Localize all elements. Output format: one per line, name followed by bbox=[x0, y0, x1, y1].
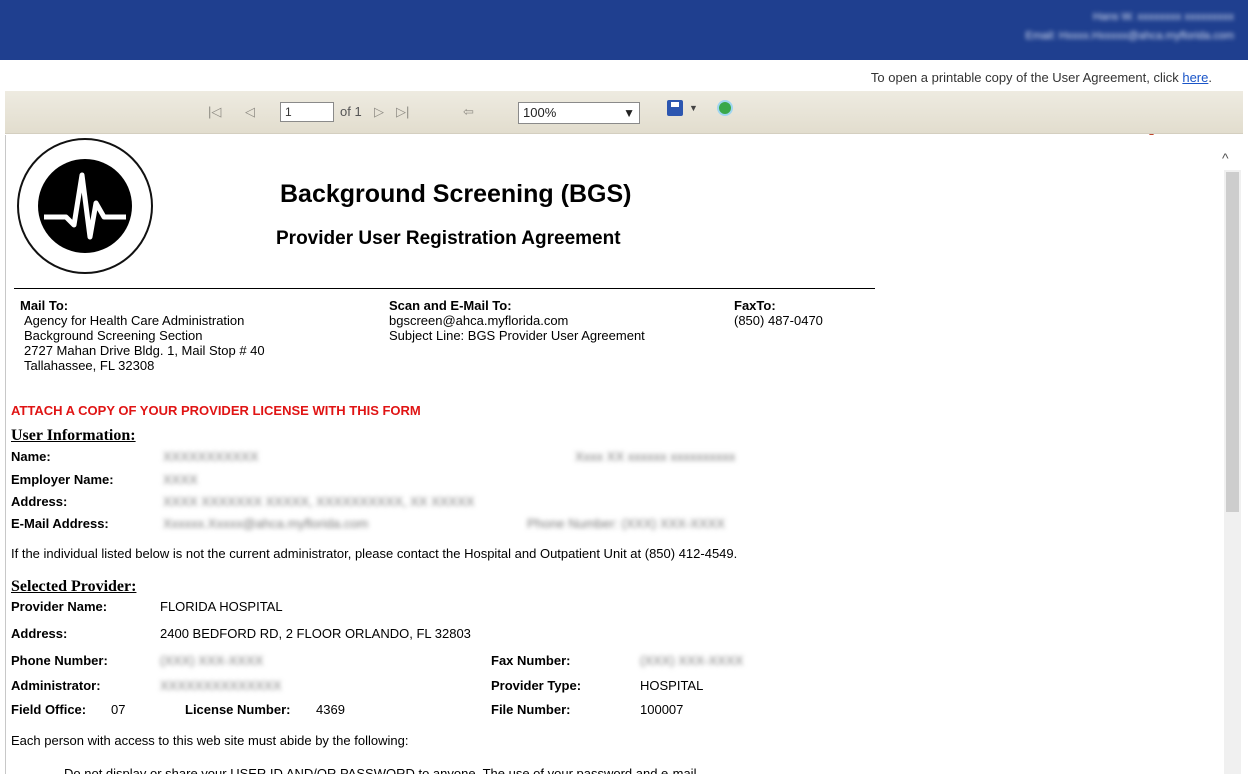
provider-address-label: Address: bbox=[11, 626, 68, 641]
zoom-select[interactable]: 100% ▼ bbox=[518, 102, 640, 124]
provider-phone-label: Phone Number: bbox=[11, 653, 108, 668]
scrollbar-thumb[interactable] bbox=[1226, 172, 1239, 512]
email-label: E-Mail Address: bbox=[11, 516, 109, 531]
scan-to-block: Scan and E-Mail To: bgscreen@ahca.myflor… bbox=[389, 298, 719, 343]
next-page-icon[interactable]: ▷ bbox=[374, 104, 384, 120]
provider-phone-value: (XXX) XXX-XXXX bbox=[160, 653, 264, 668]
printable-copy-suffix: . bbox=[1208, 70, 1212, 85]
scan-to-label: Scan and E-Mail To: bbox=[389, 298, 512, 313]
user-info: Hans W. xxxxxxxx xxxxxxxxx Email: Hxxxx.… bbox=[1025, 8, 1234, 46]
previous-page-icon[interactable]: ◁ bbox=[245, 104, 255, 120]
mail-to-line: Background Screening Section bbox=[24, 328, 203, 343]
provider-type-label: Provider Type: bbox=[491, 678, 582, 693]
top-banner: Hans W. xxxxxxxx xxxxxxxxx Email: Hxxxx.… bbox=[0, 0, 1248, 60]
email-value: Xxxxxx.Xxxxx@ahca.myflorida.com bbox=[163, 516, 369, 531]
user-email: Email: Hxxxx.Hxxxxx@ahca.myflorida.com bbox=[1025, 30, 1234, 42]
page-number-input[interactable]: 1 bbox=[280, 102, 334, 122]
user-address-value: XXXX XXXXXXX XXXXX, XXXXXXXXXX, XX XXXXX bbox=[163, 494, 475, 509]
provider-name-value: FLORIDA HOSPITAL bbox=[160, 599, 283, 614]
user-title-value: Xxxx XX xxxxxx xxxxxxxxxx bbox=[575, 449, 736, 464]
save-icon[interactable] bbox=[667, 100, 683, 116]
administrator-notice: If the individual listed below is not th… bbox=[11, 546, 738, 561]
file-number-label: File Number: bbox=[491, 702, 571, 717]
printable-copy-text: To open a printable copy of the User Agr… bbox=[870, 70, 1183, 85]
scan-to-line: bgscreen@ahca.myflorida.com bbox=[389, 313, 569, 328]
first-page-icon[interactable]: |◁ bbox=[208, 104, 221, 120]
mail-to-block: Mail To: Agency for Health Care Administ… bbox=[20, 298, 350, 373]
mail-to-line: Tallahassee, FL 32308 bbox=[24, 358, 155, 373]
header-divider bbox=[14, 288, 875, 289]
rule-item: Do not display or share your USER ID AND… bbox=[64, 766, 697, 774]
license-number-label: License Number: bbox=[185, 702, 291, 717]
employer-label: Employer Name: bbox=[11, 472, 114, 487]
mail-to-label: Mail To: bbox=[20, 298, 69, 313]
mail-to-line: Agency for Health Care Administration bbox=[24, 313, 245, 328]
user-info-heading: User Information: bbox=[11, 427, 136, 444]
refresh-icon[interactable] bbox=[717, 100, 733, 116]
printable-copy-link[interactable]: here bbox=[1182, 70, 1208, 85]
back-icon[interactable]: ⇦ bbox=[463, 104, 474, 120]
employer-value: XXXX bbox=[163, 472, 198, 487]
agency-seal-logo bbox=[17, 138, 153, 274]
user-name-label: Name: bbox=[11, 449, 51, 464]
field-office-label: Field Office: bbox=[11, 702, 87, 717]
last-page-icon[interactable]: ▷| bbox=[396, 104, 409, 120]
provider-type-value: HOSPITAL bbox=[640, 678, 704, 693]
provider-address-value: 2400 BEDFORD RD, 2 FLOOR ORLANDO, FL 328… bbox=[160, 626, 471, 641]
scan-to-line: Subject Line: BGS Provider User Agreemen… bbox=[389, 328, 645, 343]
user-phone-value: Phone Number: (XXX) XXX-XXXX bbox=[527, 516, 725, 531]
scroll-up-icon[interactable]: ^ bbox=[1222, 150, 1229, 166]
report-toolbar: |◁ ◁ 1 of 1 ▷ ▷| ⇦ 100% ▼ ▼ bbox=[5, 91, 1243, 134]
fax-to-block: FaxTo: (850) 487-0470 bbox=[734, 298, 874, 328]
document-subtitle: Provider User Registration Agreement bbox=[276, 228, 621, 249]
zoom-value: 100% bbox=[523, 105, 557, 120]
provider-fax-value: (XXX) XXX-XXXX bbox=[640, 653, 744, 668]
printable-copy-notice: To open a printable copy of the User Agr… bbox=[871, 70, 1212, 85]
provider-name-label: Provider Name: bbox=[11, 599, 108, 614]
mail-to-line: 2727 Mahan Drive Bldg. 1, Mail Stop # 40 bbox=[24, 343, 265, 358]
vertical-scrollbar[interactable] bbox=[1224, 170, 1241, 774]
attach-license-notice: ATTACH A COPY OF YOUR PROVIDER LICENSE W… bbox=[11, 403, 421, 418]
file-number-value: 100007 bbox=[640, 702, 684, 717]
user-address-label: Address: bbox=[11, 494, 68, 509]
fax-to-label: FaxTo: bbox=[734, 298, 776, 313]
field-office-value: 07 bbox=[111, 702, 126, 717]
page-count-label: of 1 bbox=[340, 104, 362, 119]
user-name-value: XXXXXXXXXXX bbox=[163, 449, 259, 464]
save-dropdown-icon[interactable]: ▼ bbox=[689, 103, 698, 113]
user-name: Hans W. xxxxxxxx xxxxxxxxx bbox=[1092, 11, 1234, 23]
license-number-value: 4369 bbox=[316, 702, 345, 717]
fax-to-line: (850) 487-0470 bbox=[734, 313, 823, 328]
provider-admin-value: XXXXXXXXXXXXXX bbox=[160, 678, 282, 693]
rules-intro: Each person with access to this web site… bbox=[11, 733, 409, 748]
chevron-down-icon: ▼ bbox=[623, 106, 635, 120]
provider-admin-label: Administrator: bbox=[11, 678, 101, 693]
provider-heading: Selected Provider: bbox=[11, 578, 137, 595]
provider-fax-label: Fax Number: bbox=[491, 653, 571, 668]
document-title: Background Screening (BGS) bbox=[280, 180, 632, 208]
